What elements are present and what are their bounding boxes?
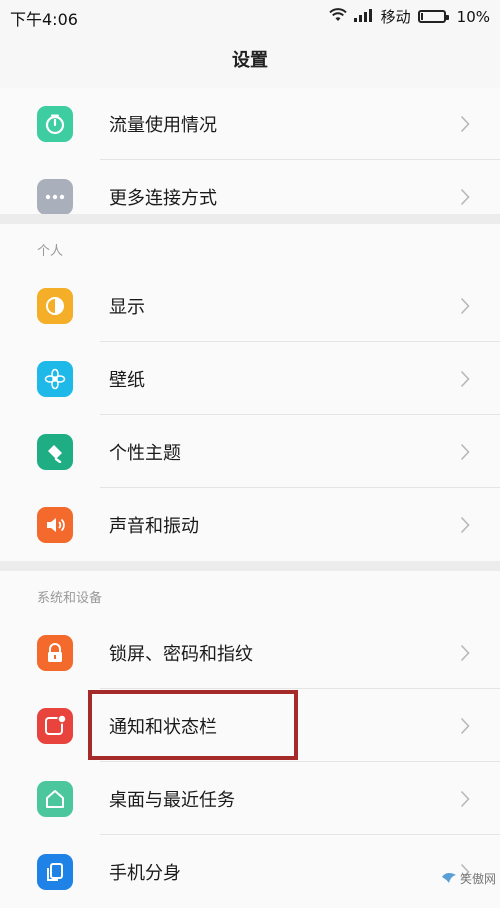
watermark-text: 笑傲网 <box>459 872 496 886</box>
network-group: 流量使用情况 更多连接方式 <box>0 88 500 233</box>
chevron-right-icon <box>460 790 470 808</box>
sound-icon <box>37 506 73 543</box>
chevron-right-icon <box>460 115 470 133</box>
watermark-logo-icon <box>441 870 457 887</box>
list-item-display[interactable]: 显示 <box>0 269 500 342</box>
list-item-label: 更多连接方式 <box>109 187 217 209</box>
chevron-right-icon <box>460 188 470 206</box>
chevron-right-icon <box>460 370 470 388</box>
list-item-label: 手机分身 <box>109 862 181 884</box>
list-item-theme[interactable]: 个性主题 <box>0 415 500 488</box>
chevron-right-icon <box>460 297 470 315</box>
status-indicators: 移动 10% <box>328 6 490 27</box>
wifi-icon <box>328 7 347 26</box>
signal-icon <box>353 7 374 26</box>
list-item-desktop[interactable]: 桌面与最近任务 <box>0 762 500 835</box>
list-item-data-usage[interactable]: 流量使用情况 <box>0 88 500 160</box>
home-icon <box>37 780 73 817</box>
battery-icon <box>417 10 449 23</box>
section-divider <box>0 561 500 571</box>
more-connection-icon <box>37 178 73 215</box>
section-title: 个人 <box>37 244 64 259</box>
chevron-right-icon <box>460 443 470 461</box>
display-icon <box>37 287 73 324</box>
notification-icon <box>37 707 73 744</box>
chevron-right-icon <box>460 516 470 534</box>
list-item-wallpaper[interactable]: 壁纸 <box>0 342 500 415</box>
list-item-app-clone[interactable]: 手机分身 <box>0 835 500 908</box>
section-divider <box>0 214 500 224</box>
list-item-label: 个性主题 <box>109 442 181 464</box>
list-item-label: 壁纸 <box>109 369 145 391</box>
list-item-label: 声音和振动 <box>109 515 199 537</box>
section-header-personal: 个人 <box>0 224 500 269</box>
highlight-box <box>88 690 298 760</box>
status-time: 下午4:06 <box>10 10 78 29</box>
section-header-system: 系统和设备 <box>0 571 500 616</box>
wallpaper-icon <box>37 360 73 397</box>
list-item-label: 锁屏、密码和指纹 <box>109 643 253 665</box>
system-group: 锁屏、密码和指纹 通知和状态栏 桌面与最近任务 手机分身 <box>0 616 500 908</box>
personal-group: 显示 壁纸 个性主题 声音和振动 <box>0 269 500 561</box>
clone-icon <box>37 853 73 890</box>
status-bar: 下午4:06 移动 10% <box>0 0 500 30</box>
list-item-label: 桌面与最近任务 <box>109 789 235 811</box>
theme-icon <box>37 433 73 470</box>
section-title: 系统和设备 <box>37 591 103 606</box>
page-title-bar: 设置 <box>0 30 500 88</box>
battery-percent: 10% <box>456 7 490 26</box>
list-item-lockscreen[interactable]: 锁屏、密码和指纹 <box>0 616 500 689</box>
list-item-sound[interactable]: 声音和振动 <box>0 488 500 561</box>
lock-icon <box>37 634 73 671</box>
chevron-right-icon <box>460 717 470 735</box>
data-usage-icon <box>37 106 73 142</box>
list-item-label: 流量使用情况 <box>109 115 217 136</box>
page-title: 设置 <box>232 50 268 71</box>
watermark: 笑傲网 <box>441 870 496 887</box>
chevron-right-icon <box>460 644 470 662</box>
carrier-label: 移动 <box>380 8 411 26</box>
list-item-label: 显示 <box>109 296 145 318</box>
